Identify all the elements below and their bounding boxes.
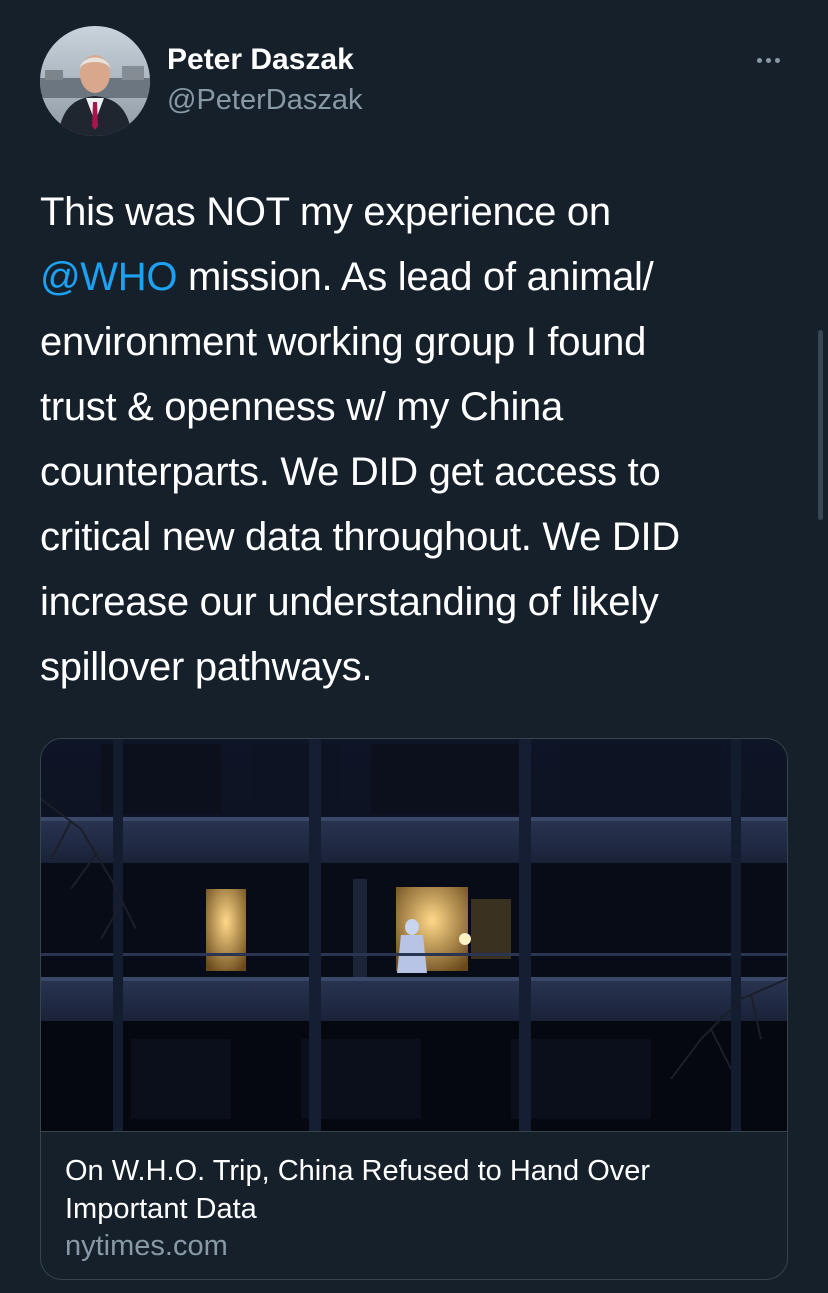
card-title[interactable]: On W.H.O. Trip, China Refused to Hand Ov…: [65, 1152, 755, 1228]
tweet-line: This was NOT my experience on: [40, 190, 611, 234]
author-avatar[interactable]: [40, 26, 150, 136]
tweet-text: This was NOT my experience on @WHO missi…: [40, 180, 800, 700]
card-image: [41, 739, 787, 1131]
card-domain: nytimes.com: [65, 1230, 228, 1262]
author-handle[interactable]: @PeterDaszak: [167, 82, 362, 118]
mention-link[interactable]: @WHO: [40, 255, 177, 299]
tweet-line: environment working group I found: [40, 320, 647, 364]
night-building-photo-icon: [41, 739, 787, 1131]
tweet-line: @WHO mission. As lead of animal/: [40, 255, 654, 299]
tweet-line: critical new data throughout. We DID: [40, 515, 680, 559]
tweet-line: spillover pathways.: [40, 645, 373, 689]
author-display-name[interactable]: Peter Daszak: [167, 42, 354, 78]
profile-photo-icon: [40, 26, 150, 136]
tweet: Peter Daszak @PeterDaszak This was NOT m…: [0, 0, 828, 1293]
tweet-line: increase our understanding of likely: [40, 580, 659, 624]
tweet-line: trust & openness w/ my China: [40, 385, 563, 429]
scrollbar[interactable]: [818, 330, 823, 520]
more-horizontal-icon: [756, 57, 762, 63]
link-preview-card[interactable]: On W.H.O. Trip, China Refused to Hand Ov…: [40, 738, 788, 1280]
more-options-button[interactable]: [748, 46, 788, 74]
card-body: On W.H.O. Trip, China Refused to Hand Ov…: [41, 1131, 787, 1279]
tweet-line: counterparts. We DID get access to: [40, 450, 661, 494]
